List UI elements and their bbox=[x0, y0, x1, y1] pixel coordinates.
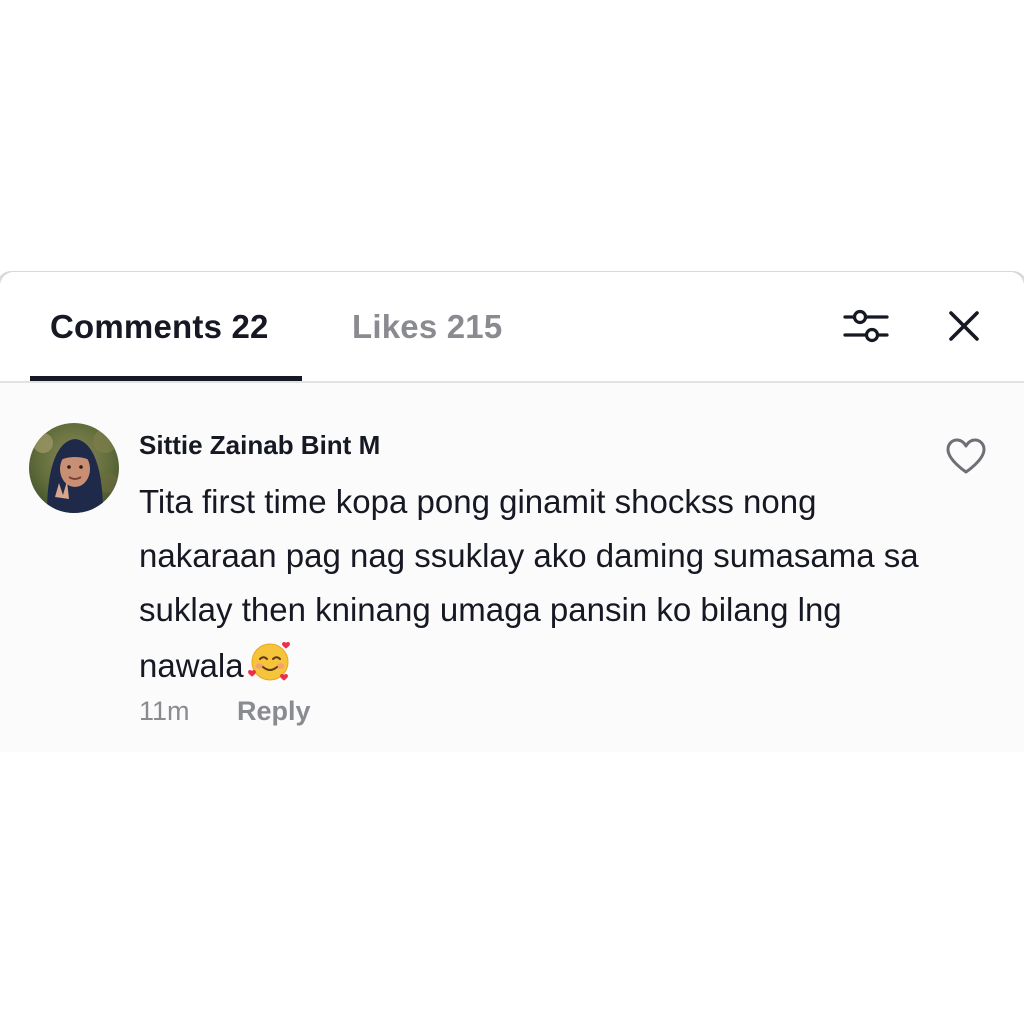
sliders-icon bbox=[843, 309, 889, 343]
heart-outline-icon bbox=[946, 438, 986, 474]
filter-button[interactable] bbox=[838, 304, 894, 348]
active-tab-indicator bbox=[30, 376, 302, 381]
like-button[interactable] bbox=[940, 433, 992, 479]
reply-button[interactable]: Reply bbox=[237, 696, 311, 727]
comments-sheet: Comments 22 Likes 215 Sittie Zainab Bint… bbox=[0, 272, 1024, 752]
tab-likes[interactable]: Likes 215 bbox=[352, 308, 502, 346]
tab-comments[interactable]: Comments 22 bbox=[50, 308, 269, 346]
comment-item: Sittie Zainab Bint M Tita first time kop… bbox=[0, 383, 1024, 752]
comment-username[interactable]: Sittie Zainab Bint M bbox=[139, 430, 380, 461]
comments-page: Comments 22 Likes 215 Sittie Zainab Bint… bbox=[0, 0, 1024, 1024]
close-icon bbox=[949, 311, 979, 341]
comment-meta: 11m Reply bbox=[139, 696, 311, 727]
tabs-bar: Comments 22 Likes 215 bbox=[0, 272, 1024, 383]
smiling-face-with-hearts-icon bbox=[247, 641, 290, 681]
comment-text: Tita first time kopa pong ginamit shocks… bbox=[139, 475, 929, 693]
comment-timestamp: 11m bbox=[139, 696, 190, 726]
avatar[interactable] bbox=[29, 423, 119, 513]
close-button[interactable] bbox=[940, 302, 988, 350]
avatar-image bbox=[29, 423, 119, 513]
